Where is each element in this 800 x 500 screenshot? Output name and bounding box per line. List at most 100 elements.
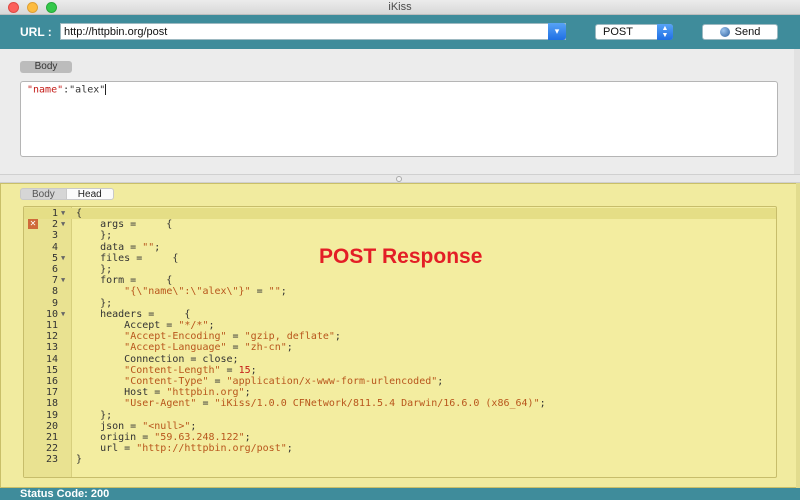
code-line: 8 "{\"name\":\"alex\"}" = "";	[24, 286, 776, 297]
tab-request-body[interactable]: Body	[20, 61, 72, 73]
fold-arrow-icon[interactable]: ▼	[61, 275, 65, 286]
tab-response-body[interactable]: Body	[20, 188, 67, 200]
method-value: POST	[603, 26, 633, 38]
chevron-down-icon[interactable]: ▾	[548, 23, 566, 40]
code-text: Accept = "*/*";	[76, 320, 215, 331]
url-label: URL :	[20, 25, 52, 39]
code-line: 11 Accept = "*/*";	[24, 320, 776, 331]
fold-arrow-icon[interactable]: ▼	[61, 253, 65, 264]
request-body-text: "name":"alex"	[27, 84, 107, 96]
error-icon[interactable]: ✕	[28, 219, 38, 230]
line-number: 9	[51, 297, 58, 309]
code-line: 14 Connection = close;	[24, 354, 776, 365]
line-number: 6	[51, 264, 58, 275]
response-pane: Body Head 1 ▼{2 ▼ ✕ args = {3 }; 4 data = ""…	[0, 183, 800, 488]
request-body-editor[interactable]: "name":"alex"	[20, 81, 778, 157]
code-line: 9 };	[24, 298, 776, 309]
line-number: 20	[45, 420, 58, 432]
tab-response-head[interactable]: Head	[66, 188, 114, 200]
line-number: 8	[51, 286, 58, 298]
request-toolbar: URL : ▾ POST ▲▼ Send	[0, 15, 800, 49]
code-text: "Content-Type" = "application/x-www-form…	[124, 376, 444, 387]
code-text: };	[76, 409, 113, 421]
line-number: 4	[51, 241, 58, 253]
line-number: 7	[51, 275, 58, 287]
code-line: 15 "Content-Length" = 15;	[24, 365, 776, 376]
code-line: 2 ▼ ✕ args = {	[24, 219, 776, 230]
code-text: "Accept-Encoding" = "gzip, deflate";	[124, 331, 341, 343]
method-select[interactable]: POST ▲ ▼	[595, 24, 673, 40]
body-key: "name"	[27, 84, 64, 96]
code-text: Host = "httpbin.org";	[76, 387, 251, 399]
window-title: iKiss	[388, 1, 412, 13]
line-number: 12	[45, 331, 58, 343]
code-text: form = {	[76, 275, 173, 287]
line-number: 19	[45, 409, 58, 421]
line-number: 10	[45, 308, 58, 320]
globe-icon	[719, 27, 730, 37]
fold-arrow-icon[interactable]: ▼	[61, 219, 65, 230]
line-number: 3	[51, 230, 58, 242]
text-cursor	[105, 84, 107, 95]
code-text: {	[76, 208, 83, 219]
line-number: 13	[45, 342, 58, 354]
code-line: 20 json = "<null>";	[24, 421, 776, 432]
fold-arrow-icon[interactable]: ▼	[61, 208, 65, 219]
send-button[interactable]: Send	[702, 24, 778, 40]
line-number: 5	[51, 252, 58, 264]
code-line: 19 };	[24, 410, 776, 421]
response-tabs: Body Head	[20, 188, 114, 200]
code-line: 18 "User-Agent" = "iKiss/1.0.0 CFNetwork…	[24, 398, 776, 409]
code-text: "Content-Length" = 15;	[124, 364, 257, 376]
code-text: Connection = close;	[76, 353, 239, 365]
line-number: 1	[51, 208, 58, 219]
line-number: 18	[45, 398, 58, 410]
code-text: };	[76, 230, 113, 242]
code-text: args = {	[76, 219, 173, 231]
code-text: files = {	[76, 252, 179, 264]
code-text: }	[76, 454, 83, 466]
code-line: 17 Host = "httpbin.org";	[24, 387, 776, 398]
request-scrollbar[interactable]	[794, 49, 800, 174]
body-value: "alex"	[69, 84, 106, 96]
code-line: 12 "Accept-Encoding" = "gzip, deflate";	[24, 331, 776, 342]
stepper-icon[interactable]: ▲ ▼	[657, 24, 673, 40]
code-text: json = "<null>";	[76, 420, 197, 432]
send-label: Send	[734, 26, 761, 38]
url-input[interactable]	[60, 23, 566, 40]
line-number: 15	[45, 364, 58, 376]
title-bar: iKiss	[0, 0, 800, 15]
line-number: 17	[45, 387, 58, 399]
code-line: 7 ▼ form = {	[24, 275, 776, 286]
line-number: 21	[45, 432, 58, 443]
request-pane: Body "name":"alex"	[0, 49, 800, 174]
line-number: 16	[45, 376, 58, 387]
code-line: 3 };	[24, 230, 776, 241]
line-number: 11	[45, 320, 58, 331]
code-line: 21 origin = "59.63.248.122";	[24, 432, 776, 443]
status-bar: Status Code: 200	[0, 488, 800, 500]
code-text: "{\"name\":\"alex\"}" = "";	[124, 286, 287, 298]
code-line: 13 "Accept-Language" = "zh-cn";	[24, 342, 776, 353]
code-text: };	[76, 297, 113, 309]
code-text: "Accept-Language" = "zh-cn";	[124, 342, 293, 354]
code-line: 1 ▼ {	[24, 208, 776, 219]
splitter-handle[interactable]	[396, 176, 402, 182]
code-text: data = "";	[76, 241, 161, 253]
code-line: 22 url = "http://httpbin.org/post";	[24, 443, 776, 454]
code-line: 10 ▼ headers = {	[24, 309, 776, 320]
line-number: 23	[45, 454, 58, 466]
code-text: origin = "59.63.248.122";	[76, 432, 251, 443]
code-line: 23}	[24, 454, 776, 465]
line-number: 14	[45, 353, 58, 365]
fold-arrow-icon[interactable]: ▼	[61, 309, 65, 320]
code-line: 16 "Content-Type" = "application/x-www-f…	[24, 376, 776, 387]
line-number: 22	[45, 443, 58, 455]
code-text: "User-Agent" = "iKiss/1.0.0 CFNetwork/81…	[124, 398, 546, 410]
response-scrollbar[interactable]	[796, 183, 800, 488]
response-title: POST Response	[319, 245, 483, 268]
code-text: headers = {	[76, 308, 191, 320]
code-text: url = "http://httpbin.org/post";	[76, 443, 293, 455]
code-text: };	[76, 264, 113, 275]
pane-splitter[interactable]	[0, 174, 800, 183]
